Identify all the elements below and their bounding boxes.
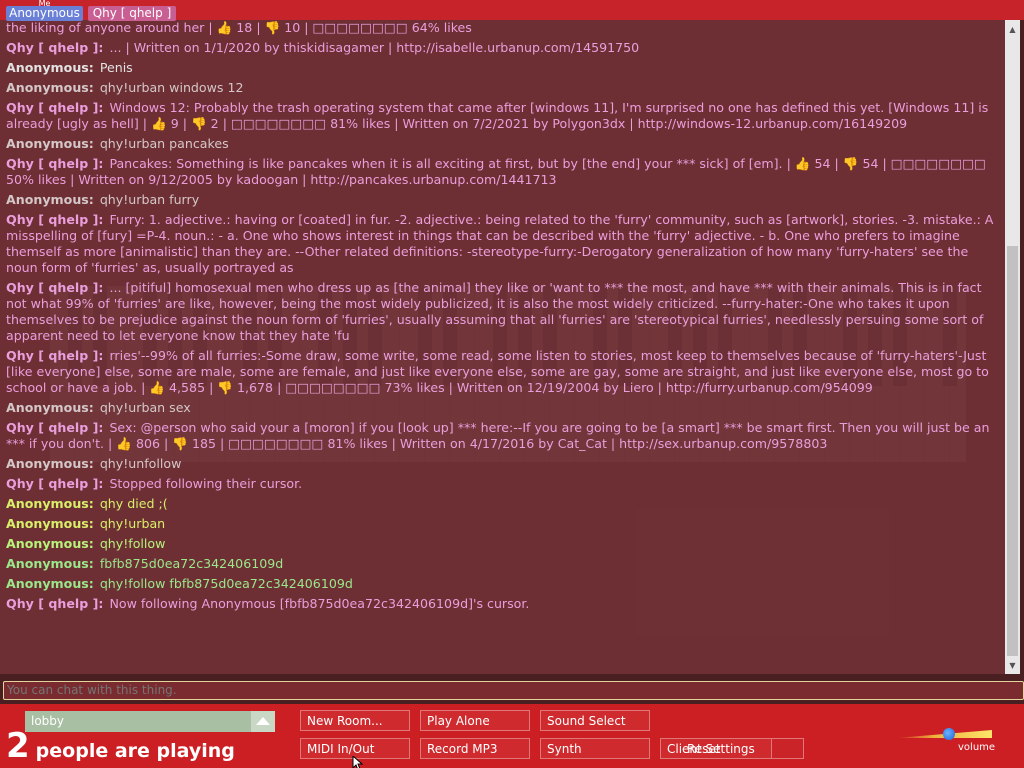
user-list-bar: Me Anonymous Qhy [ qhelp ]: [0, 0, 1024, 21]
chat-text: qhy!unfollow: [99, 456, 182, 471]
chat-nick[interactable]: Anonymous:: [6, 516, 94, 531]
chat-text: Windows 12: Probably the trash operating…: [6, 100, 989, 131]
chat-message: Qhy [ qhelp ]: Furry: 1. adjective.: havi…: [0, 212, 1002, 276]
chat-text: Sex: @person who said your a [moron] if …: [6, 420, 990, 451]
chat-text: Stopped following their cursor.: [109, 476, 303, 491]
player-count-label: people are playing: [35, 740, 235, 762]
user-tab-qhy[interactable]: Qhy [ qhelp ]: [88, 6, 176, 21]
chat-nick[interactable]: Anonymous:: [6, 400, 94, 415]
chat-text: Furry: 1. adjective.: having or [coated]…: [6, 212, 994, 275]
synth-button[interactable]: Synth: [540, 738, 650, 759]
chat-nick[interactable]: Anonymous:: [6, 60, 94, 75]
chat-message: Qhy [ qhelp ]: ... | Written on 1/1/2020 …: [0, 40, 1002, 56]
chat-text: qhy!urban: [99, 516, 166, 531]
chat-message: Qhy [ qhelp ]: Sex: @person who said your…: [0, 420, 1002, 452]
volume-label: volume: [958, 742, 996, 753]
chat-text: qhy!urban furry: [99, 192, 200, 207]
chat-message: Qhy [ qhelp ]:... [pitiful] homosexual m…: [0, 280, 1002, 344]
user-tab-me-label: Anonymous: [9, 6, 80, 20]
chat-text: qhy!urban sex: [99, 400, 191, 415]
chat-nick[interactable]: Anonymous:: [6, 456, 94, 471]
chat-text: ... | Written on 1/1/2020 by thiskidisag…: [109, 40, 640, 55]
chat-message: Qhy [ qhelp ]: Stopped following their cu…: [0, 476, 1002, 492]
chat-text: ... [pitiful] homosexual men who dress u…: [6, 280, 984, 343]
chat-input[interactable]: [3, 681, 1024, 700]
chat-message: Qhy [ qhelp ]: Windows 12: Probably the t…: [0, 100, 1002, 132]
chat-text: qhy died ;(: [99, 496, 168, 511]
user-tab-me[interactable]: Me Anonymous: [6, 0, 83, 21]
chat-message: Anonymous: qhy died ;(: [0, 496, 1002, 512]
chat-text: rries'--99% of all furries:-Some draw, s…: [6, 348, 989, 395]
chat-text: qhy!urban windows 12: [99, 80, 244, 95]
chat-message: Anonymous: qhy!urban pancakes: [0, 136, 1002, 152]
chat-message: Qhy [ qhelp ]: Now following Anonymous [f…: [0, 596, 1002, 612]
controls-bar: lobby 2 people are playing New Room... Pl…: [0, 704, 1024, 768]
chat-nick[interactable]: Anonymous:: [6, 496, 94, 511]
chat-message: Anonymous: qhy!follow fbfb875d0ea72c34240…: [0, 576, 1002, 592]
chat-nick[interactable]: Qhy [ qhelp ]:: [6, 212, 103, 227]
app-stage: sarcasm. Beware dont talk to her when sh…: [0, 0, 1024, 768]
scroll-thumb[interactable]: [1007, 246, 1018, 656]
chat-nick[interactable]: Anonymous:: [6, 80, 94, 95]
chat-text: qhy!follow: [99, 536, 166, 551]
chat-text: fbfb875d0ea72c342406109d: [99, 556, 284, 571]
user-tab-qhy-label: Qhy [ qhelp ]: [92, 6, 172, 20]
chat-message: Anonymous: qhy!follow: [0, 536, 1002, 552]
chat-message: Anonymous: qhy!urban furry: [0, 192, 1002, 208]
chat-scrollbar[interactable]: ▲ ▼: [1005, 18, 1020, 674]
chat-nick[interactable]: Qhy [ qhelp ]:: [6, 100, 103, 115]
record-mp3-button[interactable]: Record MP3: [420, 738, 530, 759]
mouse-cursor-icon: [352, 756, 364, 768]
chat-nick[interactable]: Qhy [ qhelp ]:: [6, 476, 103, 491]
chat-nick[interactable]: Anonymous:: [6, 136, 94, 151]
chat-message: Anonymous: qhy!unfollow: [0, 456, 1002, 472]
chat-message: Anonymous: qhy!urban: [0, 516, 1002, 532]
chat-nick[interactable]: Qhy [ qhelp ]:: [6, 156, 103, 171]
chat-text: Penis: [99, 60, 133, 75]
room-expand-button[interactable]: [251, 711, 275, 732]
player-count-number: 2: [6, 726, 30, 766]
volume-knob[interactable]: [943, 728, 955, 740]
new-room-button[interactable]: New Room...: [300, 710, 410, 731]
chat-nick[interactable]: Qhy [ qhelp ]:: [6, 596, 103, 611]
chat-nick[interactable]: Anonymous:: [6, 556, 94, 571]
chat-nick[interactable]: Anonymous:: [6, 576, 94, 591]
scroll-up-icon[interactable]: ▲: [1005, 22, 1020, 37]
chat-nick[interactable]: Anonymous:: [6, 536, 94, 551]
chat-text: qhy!follow fbfb875d0ea72c342406109d: [99, 576, 353, 591]
volume-slider[interactable]: volume: [896, 726, 996, 756]
scroll-down-icon[interactable]: ▼: [1005, 658, 1020, 673]
chat-text: Pancakes: Something is like pancakes whe…: [6, 156, 986, 187]
chat-messages: sarcasm. Beware dont talk to her when sh…: [0, 18, 1002, 616]
chat-nick[interactable]: Qhy [ qhelp ]:: [6, 40, 103, 55]
chat-text: qhy!urban pancakes: [99, 136, 229, 151]
chevron-up-icon: [256, 717, 270, 725]
chat-message: Qhy [ qhelp ]: rries'--99% of all furries…: [0, 348, 1002, 396]
chat-message: Anonymous: Penis: [0, 60, 1002, 76]
client-settings-button[interactable]: Client Settings Reset: [660, 738, 772, 759]
chat-nick[interactable]: Qhy [ qhelp ]:: [6, 420, 103, 435]
sound-select-button[interactable]: Sound Select: [540, 710, 650, 731]
chat-message: Anonymous: qhy!urban sex: [0, 400, 1002, 416]
me-marker: Me: [38, 0, 51, 8]
player-count: 2 people are playing: [6, 726, 235, 766]
chat-message: Qhy [ qhelp ]: Pancakes: Something is lik…: [0, 156, 1002, 188]
chat-message: Anonymous: qhy!urban windows 12: [0, 80, 1002, 96]
chat-nick[interactable]: Anonymous:: [6, 192, 94, 207]
chat-nick[interactable]: Qhy [ qhelp ]:: [6, 280, 103, 295]
chat-text: Now following Anonymous [fbfb875d0ea72c3…: [109, 596, 530, 611]
chat-message: Anonymous: fbfb875d0ea72c342406109d: [0, 556, 1002, 572]
client-settings-overlay-label: Reset: [687, 742, 721, 756]
chat-log[interactable]: sarcasm. Beware dont talk to her when sh…: [0, 18, 1005, 674]
chat-nick[interactable]: Qhy [ qhelp ]:: [6, 348, 103, 363]
play-alone-button[interactable]: Play Alone: [420, 710, 530, 731]
